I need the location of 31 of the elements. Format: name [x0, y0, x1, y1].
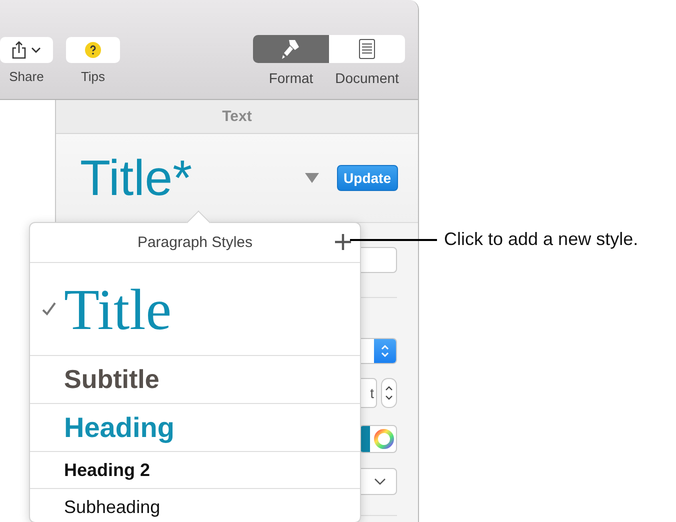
- view-toggle-button[interactable]: [329, 35, 405, 63]
- style-item[interactable]: Subtitle: [30, 356, 360, 404]
- popover-title: Paragraph Styles: [137, 234, 253, 251]
- document-icon: [359, 39, 375, 59]
- stepper[interactable]: [381, 378, 397, 408]
- paintbrush-icon: [280, 38, 302, 60]
- style-item[interactable]: Title: [30, 263, 360, 356]
- current-style-name: Title*: [80, 149, 194, 207]
- share-button[interactable]: [0, 37, 53, 63]
- toolbar-label: Share: [9, 69, 44, 84]
- style-item[interactable]: Subheading: [30, 489, 360, 522]
- color-well[interactable]: [359, 425, 397, 453]
- style-item[interactable]: Heading: [30, 404, 360, 452]
- color-wheel-icon: [374, 429, 394, 449]
- dropdown-triangle-icon[interactable]: [304, 173, 319, 183]
- help-icon: [85, 42, 101, 58]
- stepper-arrows-icon: [380, 343, 390, 359]
- style-item[interactable]: Heading 2: [30, 452, 360, 489]
- add-style-button[interactable]: [334, 233, 352, 251]
- toolbar-label: Format: [268, 70, 314, 86]
- chevron-down-icon: [374, 478, 386, 486]
- checkmark-icon: [42, 302, 56, 316]
- toolbar-label: Document: [334, 70, 400, 86]
- share-icon: [12, 41, 42, 59]
- unit-label: t: [370, 385, 375, 401]
- plus-icon: [334, 233, 352, 251]
- stepper-arrows-icon: [385, 384, 393, 402]
- callout-text: Click to add a new style.: [444, 229, 638, 250]
- sidebar-header: Text: [222, 108, 252, 125]
- view-toggle-button[interactable]: [253, 35, 329, 63]
- toolbar-label: Tips: [80, 69, 106, 84]
